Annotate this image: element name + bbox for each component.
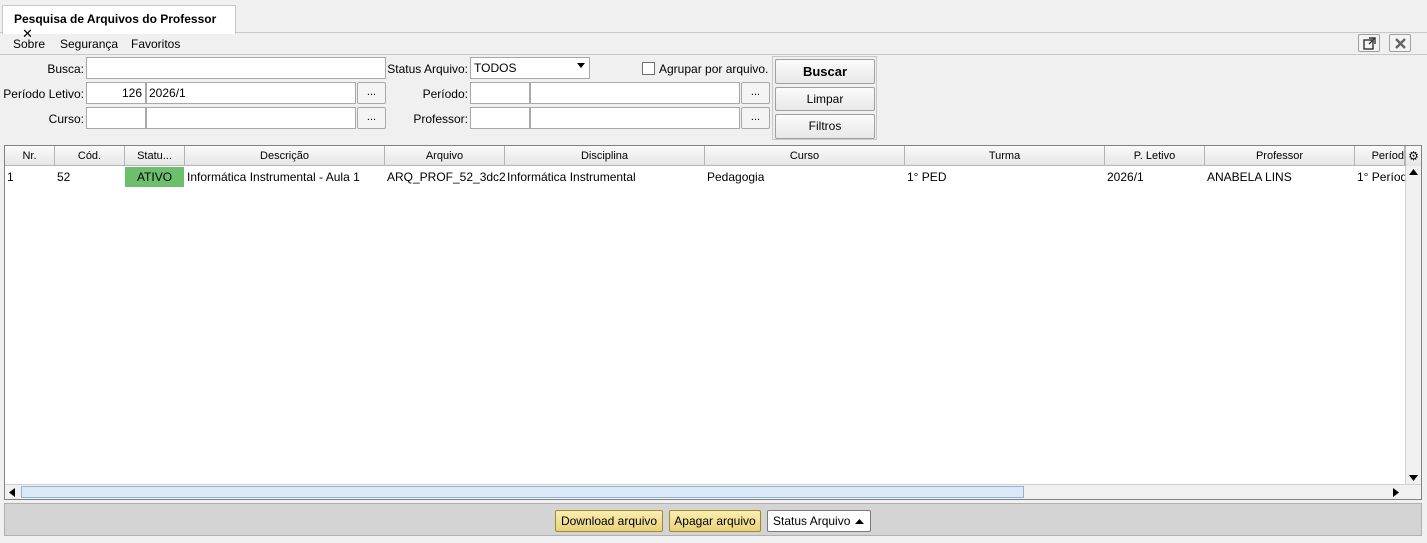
close-x-icon [1395,38,1406,49]
column-header-turma[interactable]: Turma [905,146,1105,166]
download-arquivo-button[interactable]: Download arquivo [555,510,663,532]
menu-bar [0,33,1427,55]
menu-sobre[interactable]: Sobre [13,37,45,51]
limpar-button[interactable]: Limpar [775,87,875,111]
table-row-cell-curso[interactable]: Pedagogia [705,167,905,187]
periodo-code-input[interactable] [470,82,530,104]
gear-icon[interactable]: ⚙ [1405,146,1421,166]
column-header-arquivo[interactable]: Arquivo [385,146,505,166]
menu-seguranca[interactable]: Segurança [60,37,118,51]
periodo-desc-input[interactable] [530,82,740,104]
professor-lookup-button[interactable]: ... [741,107,770,129]
periodo-letivo-label: Período Letivo: [3,87,84,101]
table-row-cell-p-letivo[interactable]: 2026/1 [1105,167,1205,187]
curso-desc-input[interactable] [146,107,356,129]
menu-favoritos[interactable]: Favoritos [131,37,180,51]
table-row-cell-descricao[interactable]: Informática Instrumental - Aula 1 [185,167,385,187]
status-badge[interactable]: ATIVO [125,167,184,187]
tab-title: Pesquisa de Arquivos do Professor [14,12,217,26]
vertical-scrollbar[interactable] [1405,166,1421,484]
status-arquivo-label: Status Arquivo: [387,62,468,76]
column-header-periodo[interactable]: Períod [1355,146,1405,166]
column-header-disciplina[interactable]: Disciplina [505,146,705,166]
status-arquivo-button-label: Status Arquivo [773,514,851,528]
status-arquivo-selected: TODOS [474,61,517,75]
curso-code-input[interactable] [86,107,146,129]
table-row-cell-professor[interactable]: ANABELA LINS [1205,167,1355,187]
filtros-button[interactable]: Filtros [775,114,875,139]
column-header-professor[interactable]: Professor [1205,146,1355,166]
curso-label: Curso: [48,112,84,126]
scroll-down-icon[interactable] [1409,475,1418,481]
column-header-p-letivo[interactable]: P. Letivo [1105,146,1205,166]
chevron-up-icon [855,519,864,524]
column-header-descricao[interactable]: Descrição [185,146,385,166]
chevron-down-icon [577,63,585,68]
apagar-arquivo-button[interactable]: Apagar arquivo [669,510,761,532]
status-arquivo-select[interactable]: TODOS [470,57,590,79]
table-row-cell-turma[interactable]: 1° PED [905,167,1105,187]
professor-label: Professor: [413,112,468,126]
periodo-lookup-button[interactable]: ... [741,82,770,104]
table-row-cell-cod[interactable]: 52 [55,167,125,187]
professor-desc-input[interactable] [530,107,740,129]
buscar-button[interactable]: Buscar [775,59,875,84]
table-row-cell-arquivo[interactable]: ARQ_PROF_52_3dc2... [385,167,505,187]
periodo-label: Período: [422,87,468,101]
scroll-right-icon[interactable] [1393,488,1399,497]
table-row-cell-periodo[interactable]: 1° Períod [1355,167,1405,187]
agrupar-label: Agrupar por arquivo. [659,62,769,76]
grid-header: Nr. Cód. Statu... Descrição Arquivo Disc… [5,146,1405,166]
column-header-cod[interactable]: Cód. [55,146,125,166]
bottom-action-bar: Download arquivo Apagar arquivo Status A… [4,503,1422,536]
professor-code-input[interactable] [470,107,530,129]
popout-button[interactable] [1358,34,1380,52]
column-header-nr[interactable]: Nr. [5,146,55,166]
results-grid: Nr. Cód. Statu... Descrição Arquivo Disc… [4,145,1422,500]
table-row-cell-nr[interactable]: 1 [5,167,55,187]
periodo-letivo-lookup-button[interactable]: ... [357,82,386,104]
agrupar-checkbox[interactable] [642,62,655,75]
table-row-cell-disciplina[interactable]: Informática Instrumental [505,167,705,187]
scroll-up-icon[interactable] [1409,169,1418,175]
status-arquivo-dropdown-button[interactable]: Status Arquivo [767,510,871,532]
close-window-button[interactable] [1389,34,1411,52]
busca-input[interactable] [86,57,386,79]
column-header-curso[interactable]: Curso [705,146,905,166]
external-link-icon [1363,37,1376,50]
curso-lookup-button[interactable]: ... [357,107,386,129]
column-header-status[interactable]: Statu... [125,146,185,166]
periodo-letivo-code-input[interactable]: 126 [86,82,146,104]
scroll-left-icon[interactable] [9,488,15,497]
busca-label: Busca: [47,62,84,76]
horizontal-scrollbar[interactable] [5,484,1421,499]
periodo-letivo-desc-input[interactable]: 2026/1 [146,82,356,104]
scrollbar-thumb[interactable] [21,486,1024,498]
tab-pesquisa-arquivos[interactable]: Pesquisa de Arquivos do Professor ✕ [2,5,236,41]
